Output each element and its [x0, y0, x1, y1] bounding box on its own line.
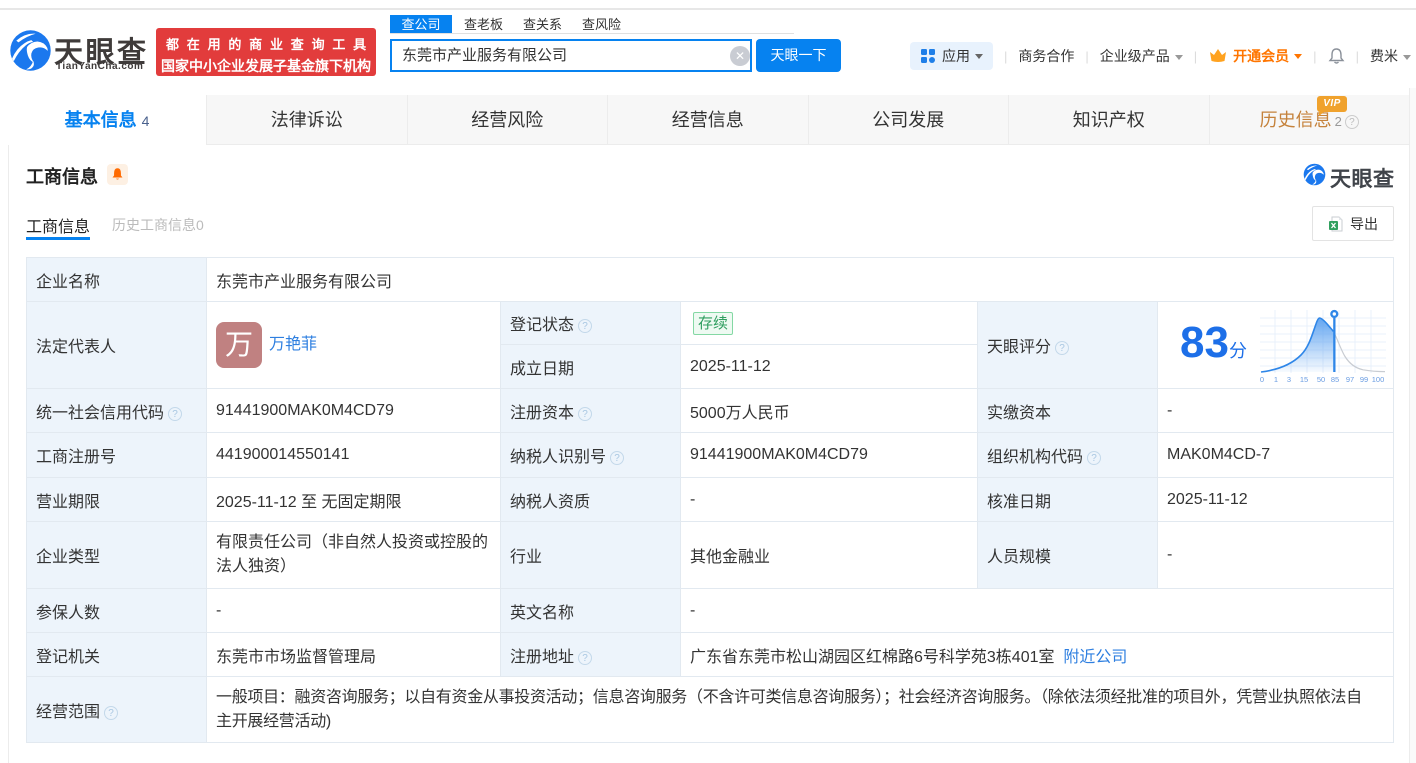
svg-text:50: 50	[1317, 375, 1325, 383]
svg-text:1: 1	[1274, 375, 1278, 383]
svg-text:100: 100	[1372, 375, 1385, 383]
svg-text:99: 99	[1360, 375, 1368, 383]
svg-text:85: 85	[1331, 375, 1339, 383]
svg-text:15: 15	[1300, 375, 1308, 383]
svg-text:3: 3	[1287, 375, 1291, 383]
svg-text:97: 97	[1346, 375, 1354, 383]
svg-text:0: 0	[1260, 375, 1264, 383]
